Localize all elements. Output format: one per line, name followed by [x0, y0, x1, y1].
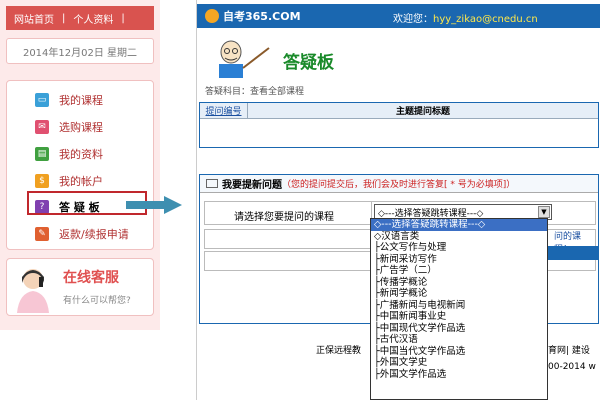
- service-agent-avatar: [17, 269, 49, 313]
- dropdown-option[interactable]: ├外国文学史: [371, 357, 547, 369]
- profile-card-icon: ▤: [35, 147, 49, 161]
- logo-text: 自考365.COM: [223, 10, 301, 23]
- dropdown-option[interactable]: ├外国文学作品选: [371, 369, 547, 381]
- site-header: 自考365.COM 欢迎您：hyy_zikao@cnedu.cn: [197, 4, 600, 28]
- service-title: 在线客服: [63, 270, 119, 286]
- monitor-icon: ▭: [35, 93, 49, 107]
- column-header-title: 主题提问标题: [248, 103, 598, 119]
- subject-filter: 答疑科目：查看全部课程: [205, 87, 305, 97]
- sidebar-item-refund[interactable]: ✎ 返款/续报申请: [35, 226, 129, 242]
- nav-separator: |: [121, 12, 125, 24]
- pencil-icon: ✎: [35, 227, 49, 241]
- footer-links[interactable]: 育网| 建设: [548, 343, 590, 356]
- dropdown-option[interactable]: ├广告学（二）: [371, 265, 547, 277]
- welcome-text: 欢迎您：hyy_zikao@cnedu.cn: [393, 10, 538, 25]
- dropdown-option[interactable]: ├中国当代文学作品选: [371, 346, 547, 358]
- welcome-prefix: 欢迎您：: [393, 14, 433, 25]
- footer-copyright: 00-2014 w: [548, 362, 596, 372]
- teacher-icon: [219, 40, 270, 78]
- dropdown-option[interactable]: ├公文写作与处理: [371, 242, 547, 254]
- dropdown-option[interactable]: ├古代汉语: [371, 334, 547, 346]
- dropdown-option[interactable]: ├传播学概论: [371, 277, 547, 289]
- dollar-icon: $: [35, 174, 49, 188]
- page-title: 答疑板: [283, 53, 334, 73]
- cart-icon: ✉: [35, 120, 49, 134]
- sidebar-item-label: 我的帐户: [59, 175, 103, 188]
- service-subtitle: 有什么可以帮您?: [63, 296, 131, 306]
- sidebar-item-my-courses[interactable]: ▭ 我的课程: [35, 92, 103, 108]
- form-note: （您的提问提交后，我们会及时进行答复[ * 号为必填项]）: [282, 180, 516, 190]
- envelope-icon: [206, 179, 218, 188]
- online-service-banner[interactable]: 在线客服 有什么可以帮您?: [6, 258, 154, 316]
- form-header: 我要提新问题 （您的提问提交后，我们会及时进行答复[ * 号为必填项]）: [200, 175, 598, 193]
- footer-text: 正保远程教: [316, 346, 362, 356]
- column-header-question-id[interactable]: 提问编号: [200, 103, 248, 119]
- form-title: 我要提新问题: [222, 180, 282, 191]
- sidebar-menu: ▭ 我的课程 ✉ 选购课程 ▤ 我的资料 $ 我的帐户 ? 答 疑 板 ✎ 返款…: [6, 80, 154, 250]
- course-select-value: ◇---选择答疑跳转课程---◇: [378, 208, 484, 219]
- submit-button[interactable]: [546, 246, 598, 260]
- welcome-user[interactable]: hyy_zikao@cnedu.cn: [433, 14, 538, 25]
- dropdown-option[interactable]: ├广播新闻与电视新闻: [371, 300, 547, 312]
- course-dropdown-list[interactable]: ◇---选择答疑跳转课程---◇ ◇汉语言类 ├公文写作与处理 ├新闻采访写作 ├广告学…: [370, 218, 548, 400]
- nav-profile-link[interactable]: 个人资料: [65, 11, 121, 26]
- nav-home-link[interactable]: 网站首页: [6, 11, 62, 26]
- course-select-label: 请选择您要提问的课程: [234, 212, 334, 223]
- dropdown-option[interactable]: ├新闻采访写作: [371, 254, 547, 266]
- top-nav-bar: 网站首页 | 个人资料 |: [6, 6, 154, 30]
- logo-icon: [205, 9, 219, 23]
- sidebar-item-label: 选购课程: [59, 121, 103, 134]
- sidebar-item-label: 返款/续报申请: [59, 228, 129, 241]
- dropdown-option[interactable]: ├中国新闻事业史: [371, 311, 547, 323]
- date-display: 2014年12月02日 星期二: [6, 38, 154, 64]
- dropdown-option[interactable]: ◇汉语言类: [371, 231, 547, 243]
- left-panel: 网站首页 | 个人资料 | 2014年12月02日 星期二 ▭ 我的课程 ✉ 选…: [0, 0, 160, 330]
- dropdown-option[interactable]: ◇---选择答疑跳转课程---◇: [371, 219, 547, 231]
- chevron-down-icon[interactable]: ▼: [538, 206, 550, 218]
- dropdown-option[interactable]: ├新闻学概论: [371, 288, 547, 300]
- site-logo[interactable]: 自考365.COM: [205, 8, 301, 24]
- dropdown-option[interactable]: ├中国现代文学作品选: [371, 323, 547, 335]
- sidebar-item-label: 我的资料: [59, 148, 103, 161]
- sidebar-item-buy-courses[interactable]: ✉ 选购课程: [35, 119, 103, 135]
- arrow-right-icon: [126, 196, 182, 214]
- questions-table: 提问编号 主题提问标题: [199, 102, 599, 148]
- sidebar-item-my-account[interactable]: $ 我的帐户: [35, 173, 103, 189]
- sidebar-item-my-profile[interactable]: ▤ 我的资料: [35, 146, 103, 162]
- sidebar-item-label: 我的课程: [59, 94, 103, 107]
